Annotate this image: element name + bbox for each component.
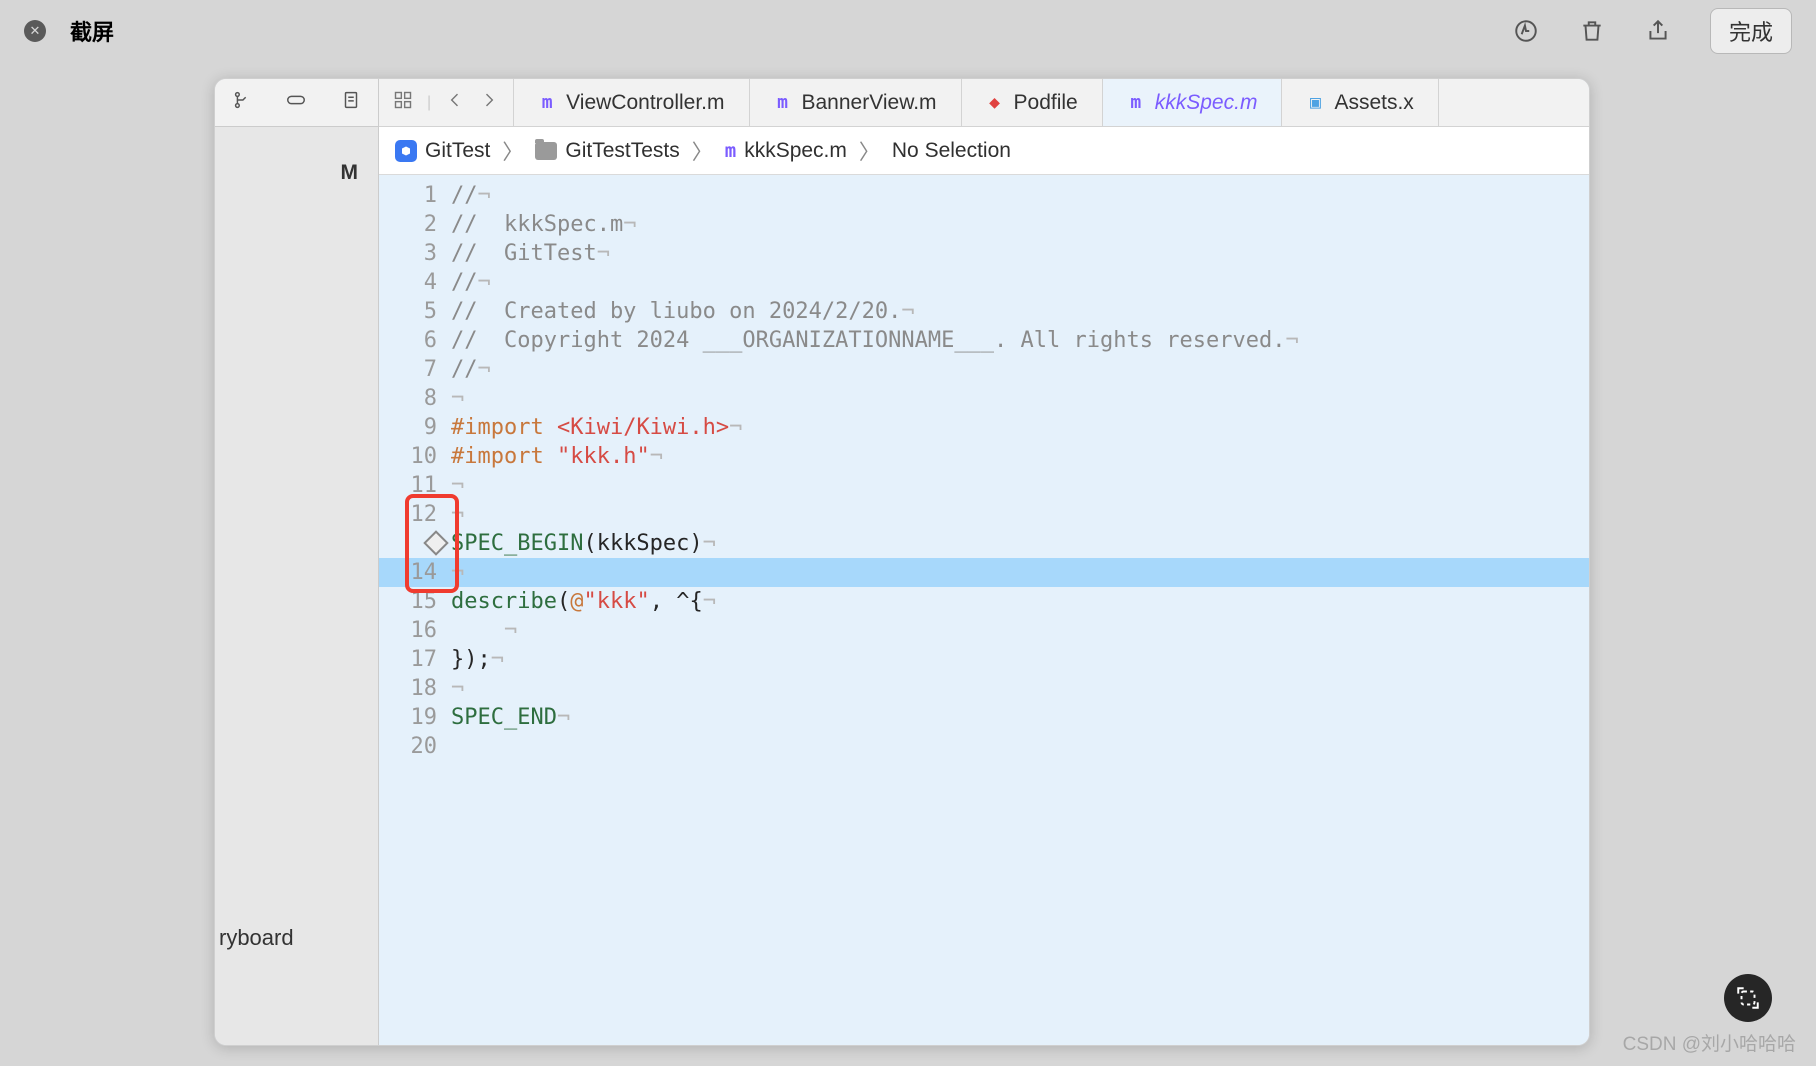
code-line[interactable]: #import "kkk.h"¬ [451, 442, 1589, 471]
line-number[interactable]: 8 [379, 384, 451, 413]
line-number[interactable]: 19 [379, 703, 451, 732]
crumb-file[interactable]: kkkSpec.m [744, 139, 847, 163]
code-line[interactable]: //¬ [451, 268, 1589, 297]
code-line[interactable]: //¬ [451, 355, 1589, 384]
code-line[interactable]: // kkkSpec.m¬ [451, 210, 1589, 239]
line-number[interactable]: 17 [379, 645, 451, 674]
source-control-icon[interactable] [231, 89, 253, 116]
code-line[interactable]: describe(@"kkk", ^{¬ [451, 587, 1589, 616]
line-number[interactable]: 15 [379, 587, 451, 616]
code-line[interactable]: SPEC_BEGIN(kkkSpec)¬ [451, 529, 1589, 558]
tag-icon[interactable] [285, 89, 307, 116]
tab-viewcontroller-m[interactable]: m ViewController.m [514, 79, 749, 126]
line-number[interactable]: 9 [379, 413, 451, 442]
code-line[interactable]: // Created by liubo on 2024/2/20.¬ [451, 297, 1589, 326]
project-icon [395, 140, 417, 162]
test-diamond-icon[interactable] [423, 530, 448, 555]
crumb-project[interactable]: GitTest [425, 139, 490, 163]
editor-tools: | [379, 79, 514, 126]
line-number[interactable]: 16 [379, 616, 451, 645]
tab-label: Podfile [1014, 91, 1078, 115]
line-number[interactable]: 18 [379, 674, 451, 703]
tab-podfile[interactable]: ◆ Podfile [962, 79, 1103, 126]
asset-file-icon: ▣ [1306, 94, 1324, 112]
m-file-icon: m [538, 94, 556, 112]
tab-label: ViewController.m [566, 91, 724, 115]
editor-tab-bar: | m ViewController.m m BannerView.m ◆ Podfile… [379, 79, 1589, 127]
line-number[interactable]: 10 [379, 442, 451, 471]
line-number[interactable]: 7 [379, 355, 451, 384]
crop-button[interactable] [1724, 974, 1772, 1022]
editor-main: | m ViewController.m m BannerView.m ◆ Podfile… [379, 79, 1589, 1045]
tab-kkkspec-m[interactable]: m kkkSpec.m [1103, 79, 1283, 126]
code-line[interactable]: // GitTest¬ [451, 239, 1589, 268]
code-line[interactable]: ¬ [451, 558, 1589, 587]
app-title: 截屏 [70, 15, 114, 47]
line-gutter[interactable]: 1234567891011121314151617181920 [379, 175, 451, 1045]
code-line[interactable]: //¬ [451, 181, 1589, 210]
m-file-icon: m [725, 140, 736, 162]
line-number[interactable]: 3 [379, 239, 451, 268]
share-icon[interactable] [1644, 17, 1672, 45]
xcode-window: M ryboard | m ViewController.m m BannerView… [214, 78, 1590, 1046]
line-number[interactable]: 1 [379, 181, 451, 210]
code-editor[interactable]: 1234567891011121314151617181920 //¬// kk… [379, 175, 1589, 1045]
done-button[interactable]: 完成 [1710, 8, 1792, 54]
modified-badge: M [341, 161, 359, 185]
trash-icon[interactable] [1578, 17, 1606, 45]
code-line[interactable]: ¬ [451, 674, 1589, 703]
code-line[interactable] [451, 732, 1589, 761]
markup-icon[interactable] [1512, 17, 1540, 45]
code-line[interactable]: SPEC_END¬ [451, 703, 1589, 732]
navigator-tabs[interactable] [215, 79, 378, 127]
code-line[interactable]: ¬ [451, 471, 1589, 500]
code-line[interactable]: // Copyright 2024 ___ORGANIZATIONNAME___… [451, 326, 1589, 355]
code-line[interactable]: ¬ [451, 384, 1589, 413]
navigator-sidebar: M ryboard [215, 79, 379, 1045]
line-number[interactable]: 12 [379, 500, 451, 529]
sidebar-item-fragment[interactable]: ryboard [219, 925, 294, 951]
line-number[interactable]: 20 [379, 732, 451, 761]
code-line[interactable]: ¬ [451, 616, 1589, 645]
nav-forward-icon[interactable] [479, 90, 499, 115]
line-number[interactable]: 6 [379, 326, 451, 355]
watermark: CSDN @刘小哈哈哈 [1623, 1029, 1796, 1056]
screenshot-toolbar: ✕ 截屏 完成 [0, 0, 1816, 62]
code-line[interactable]: });¬ [451, 645, 1589, 674]
ruby-file-icon: ◆ [986, 94, 1004, 112]
line-number[interactable]: 5 [379, 297, 451, 326]
code-line[interactable]: #import <Kiwi/Kiwi.h>¬ [451, 413, 1589, 442]
tab-label: BannerView.m [802, 91, 937, 115]
line-number[interactable]: 13 [379, 529, 451, 558]
crumb-selection[interactable]: No Selection [892, 139, 1011, 163]
tab-bannerview-m[interactable]: m BannerView.m [750, 79, 962, 126]
doc-icon[interactable] [340, 89, 362, 116]
m-file-icon: m [1127, 94, 1145, 112]
m-file-icon: m [774, 94, 792, 112]
line-number[interactable]: 2 [379, 210, 451, 239]
folder-icon [535, 142, 557, 160]
crumb-group[interactable]: GitTestTests [565, 139, 679, 163]
tab-assets-x[interactable]: ▣ Assets.x [1282, 79, 1438, 126]
line-number[interactable]: 4 [379, 268, 451, 297]
tab-label: kkkSpec.m [1155, 91, 1258, 115]
line-number[interactable]: 11 [379, 471, 451, 500]
related-items-icon[interactable] [393, 90, 413, 115]
close-icon[interactable]: ✕ [24, 20, 46, 42]
code-content[interactable]: //¬// kkkSpec.m¬// GitTest¬//¬// Created… [451, 175, 1589, 1045]
breadcrumb[interactable]: GitTest〉 GitTestTests〉 mkkkSpec.m〉 No Se… [379, 127, 1589, 175]
line-number[interactable]: 14 [379, 558, 451, 587]
tab-label: Assets.x [1334, 91, 1413, 115]
code-line[interactable]: ¬ [451, 500, 1589, 529]
nav-back-icon[interactable] [445, 90, 465, 115]
